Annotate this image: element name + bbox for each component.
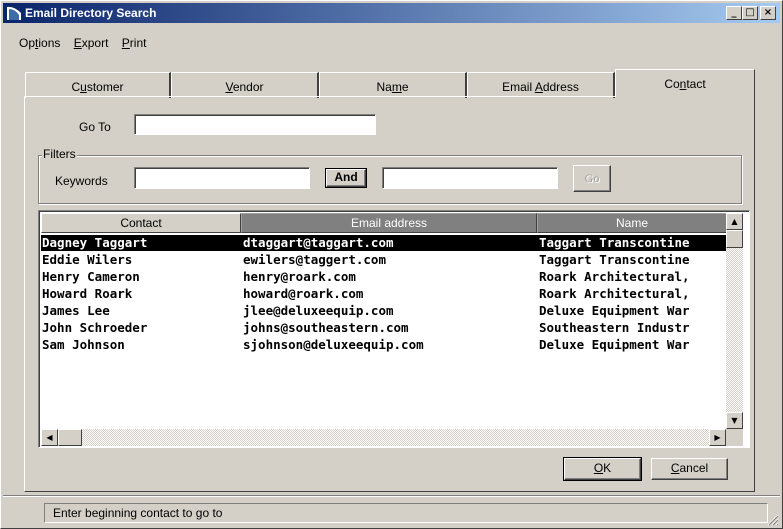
arrow-left-icon: ◀	[46, 433, 53, 442]
menu-bar: Options Export Print	[3, 36, 152, 54]
column-header-email[interactable]: Email address	[241, 213, 537, 233]
tab-name[interactable]: Name	[319, 72, 467, 98]
table-row[interactable]: Henry Cameron henry@roark.com Roark Arch…	[41, 269, 726, 285]
keyword2-input[interactable]	[383, 168, 557, 188]
cancel-button[interactable]: Cancel	[651, 458, 728, 480]
horizontal-scroll-thumb[interactable]	[58, 429, 82, 446]
minimize-button[interactable]: _	[726, 6, 742, 20]
close-icon: ×	[763, 7, 773, 18]
scrollbar-corner	[726, 429, 743, 446]
email-directory-window: Email Directory Search _ □ × Options Exp…	[0, 0, 783, 529]
vertical-scroll-thumb[interactable]	[726, 230, 743, 248]
goto-label: Go To	[79, 120, 111, 134]
close-button[interactable]: ×	[760, 6, 776, 20]
cell-email: jlee@deluxeequip.com	[243, 303, 394, 318]
vertical-scrollbar[interactable]: ▲ ▼	[726, 213, 743, 429]
menu-print[interactable]: Print	[122, 36, 147, 50]
tab-contact[interactable]: Contact	[615, 69, 755, 97]
goto-input-frame	[134, 114, 376, 135]
filters-legend: Filters	[42, 147, 77, 161]
cell-contact: Henry Cameron	[42, 269, 140, 284]
cell-contact: Howard Roark	[42, 286, 133, 301]
cell-name: Roark Architectural,	[539, 269, 690, 284]
app-icon	[7, 6, 21, 20]
horizontal-scrollbar[interactable]: ◀ ▶	[41, 429, 726, 446]
column-header-name[interactable]: Name	[537, 213, 727, 233]
scroll-up-button[interactable]: ▲	[726, 213, 743, 230]
keywords-label: Keywords	[55, 174, 108, 188]
maximize-icon: □	[745, 7, 755, 18]
table-row[interactable]: Howard Roark howard@roark.com Roark Arch…	[41, 286, 726, 302]
arrow-down-icon: ▼	[731, 416, 738, 425]
cell-name: Roark Architectural,	[539, 286, 690, 301]
minimize-icon: _	[731, 7, 737, 18]
cell-email: henry@roark.com	[243, 269, 356, 284]
cell-email: sjohnson@deluxeequip.com	[243, 337, 424, 352]
scroll-right-button[interactable]: ▶	[709, 429, 726, 446]
scroll-down-button[interactable]: ▼	[726, 412, 743, 429]
keyword2-frame	[382, 167, 558, 189]
cell-name: Deluxe Equipment War	[539, 337, 690, 352]
tab-customer[interactable]: Customer	[25, 72, 171, 98]
menu-export[interactable]: Export	[74, 36, 109, 50]
ok-button[interactable]: OK	[564, 458, 641, 480]
arrow-up-icon: ▲	[731, 217, 738, 226]
cell-contact: James Lee	[42, 303, 110, 318]
tab-vendor[interactable]: Vendor	[171, 72, 319, 98]
cell-name: Taggart Transcontine	[539, 235, 690, 250]
cell-contact: John Schroeder	[42, 320, 148, 335]
title-bar[interactable]: Email Directory Search _ □ ×	[3, 3, 780, 23]
and-button[interactable]: And	[326, 169, 366, 187]
cell-contact: Dagney Taggart	[42, 235, 148, 250]
table-row[interactable]: John Schroeder johns@southeastern.com So…	[41, 320, 726, 336]
table-row[interactable]: James Lee jlee@deluxeequip.com Deluxe Eq…	[41, 303, 726, 319]
cell-name: Deluxe Equipment War	[539, 303, 690, 318]
cell-contact: Eddie Wilers	[42, 252, 133, 267]
keyword1-frame	[134, 167, 310, 189]
cell-email: howard@roark.com	[243, 286, 364, 301]
status-bar: Enter beginning contact to go to	[44, 503, 768, 523]
status-divider	[3, 495, 780, 497]
cell-name: Taggart Transcontine	[539, 252, 690, 267]
menu-options[interactable]: Options	[19, 36, 60, 50]
cell-name: Southeastern Industr	[539, 320, 690, 335]
maximize-button[interactable]: □	[742, 6, 758, 20]
cell-email: dtaggart@taggart.com	[243, 235, 394, 250]
cell-contact: Sam Johnson	[42, 337, 125, 352]
scroll-left-button[interactable]: ◀	[41, 429, 58, 446]
resize-grip-icon[interactable]	[766, 513, 779, 526]
table-row[interactable]: Dagney Taggart dtaggart@taggart.com Tagg…	[41, 235, 726, 251]
table-row[interactable]: Sam Johnson sjohnson@deluxeequip.com Del…	[41, 337, 726, 353]
goto-input[interactable]	[135, 115, 375, 134]
results-grid[interactable]: Contact Email address Name Dagney Taggar…	[38, 210, 750, 448]
tab-email-address[interactable]: Email Address	[467, 72, 615, 98]
cell-email: johns@southeastern.com	[243, 320, 409, 335]
arrow-right-icon: ▶	[714, 433, 721, 442]
column-header-contact[interactable]: Contact	[41, 213, 241, 233]
status-text: Enter beginning contact to go to	[53, 506, 223, 520]
table-row[interactable]: Eddie Wilers ewilers@taggert.com Taggart…	[41, 252, 726, 268]
go-button[interactable]: Go	[573, 165, 611, 192]
window-title: Email Directory Search	[25, 6, 157, 20]
cell-email: ewilers@taggert.com	[243, 252, 386, 267]
keyword1-input[interactable]	[135, 168, 309, 188]
